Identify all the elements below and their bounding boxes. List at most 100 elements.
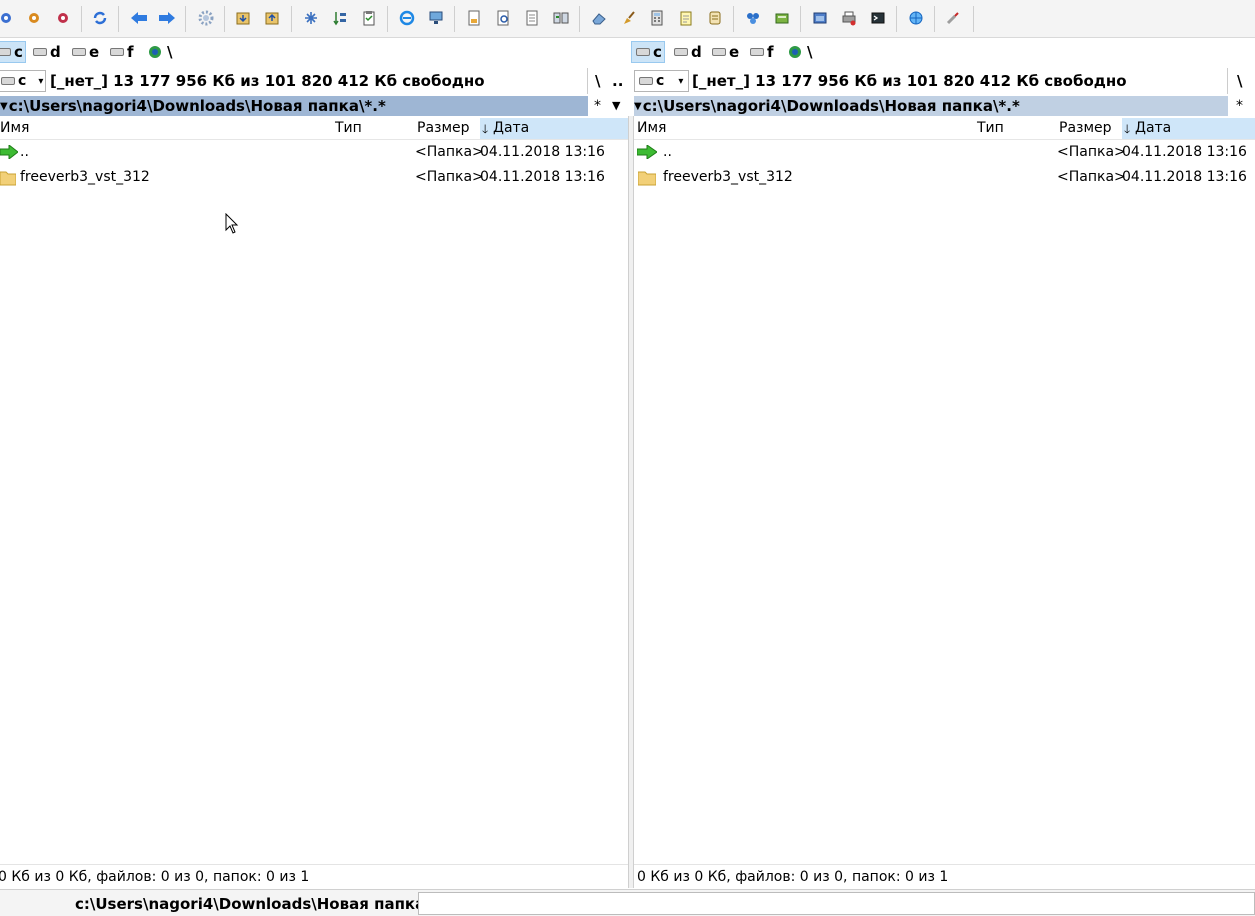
right-drive-d-button[interactable]: d (674, 41, 702, 63)
file-row-folder[interactable]: freeverb3_vst_312 <Папка> 04.11.2018 13:… (0, 166, 628, 190)
doc2-icon[interactable] (523, 9, 541, 27)
history-dropdown-icon[interactable]: ▼ (0, 101, 8, 112)
right-free-space: [_нет_] 13 177 956 Кб из 101 820 412 Кб … (692, 72, 1127, 90)
toolbar-separator (454, 6, 455, 32)
network-icon[interactable] (427, 9, 445, 27)
left-network-drive-button[interactable]: \ (148, 41, 172, 63)
right-column-headers: Имя Тип Размер 🡓 Дата (634, 118, 1255, 140)
compare-icon[interactable] (552, 9, 570, 27)
right-root-button[interactable]: \ (1237, 72, 1242, 90)
left-up-button[interactable]: .. (612, 72, 623, 90)
left-drive-e-button[interactable]: e (72, 41, 99, 63)
globe-icon[interactable] (907, 9, 925, 27)
usb-disk-icon[interactable] (773, 9, 791, 27)
column-type-header[interactable]: Тип (977, 120, 1004, 136)
tools-icon[interactable] (944, 9, 962, 27)
clipboard-icon[interactable] (360, 9, 378, 27)
right-drive-e-button[interactable]: e (712, 41, 739, 63)
drive-letter: c (653, 43, 662, 61)
right-path-bar[interactable]: ▼ c:\Users\nagori4\Downloads\Новая папка… (634, 96, 1228, 116)
combo-value: c (656, 73, 665, 89)
refresh-icon[interactable] (91, 9, 109, 27)
file-name: freeverb3_vst_312 (663, 169, 793, 185)
column-date-header[interactable]: 🡓 Дата (480, 118, 628, 139)
forward-arrow-icon[interactable] (158, 9, 176, 27)
gear-icon[interactable] (197, 9, 215, 27)
toolbar-separator (81, 6, 82, 32)
sort-down-arrow-icon: 🡓 (1124, 122, 1131, 136)
left-drive-d-button[interactable]: d (33, 41, 61, 63)
unpack-icon[interactable] (263, 9, 281, 27)
panel-splitter[interactable] (628, 116, 634, 888)
doc-search-icon[interactable] (494, 9, 512, 27)
command-prompt-label: c:\Users\nagori4\Downloads\Новая папка> (75, 895, 438, 913)
left-drive-c-button[interactable]: c (0, 41, 26, 63)
right-drive-combo[interactable]: c ▾ (634, 70, 689, 92)
column-size-header[interactable]: Размер (417, 120, 470, 136)
toolbar-separator (896, 6, 897, 32)
left-filter-star[interactable]: * (594, 98, 601, 114)
file-row-parent[interactable]: .. <Папка> 04.11.2018 13:16 (634, 141, 1255, 165)
brush-icon[interactable] (619, 9, 637, 27)
folder-icon (0, 171, 16, 186)
file-size: <Папка> (1057, 144, 1126, 160)
chevron-down-icon: ▾ (38, 75, 44, 87)
left-status-text: 0 Кб из 0 Кб, файлов: 0 из 0, папок: 0 и… (0, 869, 310, 885)
column-date-label: Дата (1135, 120, 1172, 136)
ie-browser-icon[interactable] (398, 9, 416, 27)
settings-red-icon[interactable] (54, 9, 72, 27)
column-name-header[interactable]: Имя (0, 120, 29, 136)
window-icon[interactable] (811, 9, 829, 27)
sort-az-icon[interactable] (331, 9, 349, 27)
right-filter-star[interactable]: * (1236, 98, 1243, 114)
history-dropdown-icon[interactable]: ▼ (634, 101, 642, 112)
left-hotlist-dropdown-icon[interactable]: ▼ (612, 99, 620, 112)
left-path-bar[interactable]: ▼ c:\Users\nagori4\Downloads\Новая папка… (0, 96, 588, 116)
network-globe-icon (149, 46, 161, 58)
printer-icon[interactable] (840, 9, 858, 27)
pack-icon[interactable] (234, 9, 252, 27)
eraser-icon[interactable] (590, 9, 608, 27)
asterisk-icon[interactable] (302, 9, 320, 27)
file-row-folder[interactable]: freeverb3_vst_312 <Папка> 04.11.2018 13:… (634, 166, 1255, 190)
drive-letter: \ (807, 43, 813, 61)
combo-value: c (18, 73, 27, 89)
command-line-bar: c:\Users\nagori4\Downloads\Новая папка> (0, 889, 1255, 916)
left-drive-f-button[interactable]: f (110, 41, 134, 63)
right-drive-c-button[interactable]: c (631, 41, 665, 63)
file-date: 04.11.2018 13:16 (1122, 144, 1247, 160)
column-type-header[interactable]: Тип (335, 120, 362, 136)
scroll-icon[interactable] (706, 9, 724, 27)
settings-blue-icon[interactable] (0, 9, 15, 27)
column-date-header[interactable]: 🡓 Дата (1122, 118, 1255, 139)
right-info-line: c ▾ [_нет_] 13 177 956 Кб из 101 820 412… (634, 68, 1255, 94)
terminal-icon[interactable] (869, 9, 887, 27)
hdd-icon (33, 48, 47, 56)
folder-icon (638, 171, 656, 186)
right-network-drive-button[interactable]: \ (788, 41, 812, 63)
separator (587, 68, 588, 94)
file-size: <Папка> (415, 169, 484, 185)
left-root-button[interactable]: \ (595, 72, 600, 90)
left-drive-combo[interactable]: c ▾ (0, 70, 46, 92)
bluetooth-icon[interactable] (744, 9, 762, 27)
hdd-icon (712, 48, 726, 56)
right-status-bar: 0 Кб из 0 Кб, файлов: 0 из 0, папок: 0 и… (634, 864, 1255, 889)
command-line-input[interactable] (418, 892, 1255, 915)
file-name: freeverb3_vst_312 (20, 169, 150, 185)
file-row-parent[interactable]: .. <Папка> 04.11.2018 13:16 (0, 141, 628, 165)
hdd-icon (110, 48, 124, 56)
back-arrow-icon[interactable] (130, 9, 148, 27)
toolbar-separator (291, 6, 292, 32)
settings-orange-icon[interactable] (25, 9, 43, 27)
right-drive-f-button[interactable]: f (750, 41, 774, 63)
notepad-icon[interactable] (677, 9, 695, 27)
column-name-header[interactable]: Имя (637, 120, 666, 136)
drive-letter: f (127, 43, 134, 61)
calculator-icon[interactable] (648, 9, 666, 27)
doc1-icon[interactable] (465, 9, 483, 27)
toolbar-separator (387, 6, 388, 32)
network-globe-icon (789, 46, 801, 58)
column-size-header[interactable]: Размер (1059, 120, 1112, 136)
main-toolbar (0, 0, 1255, 38)
